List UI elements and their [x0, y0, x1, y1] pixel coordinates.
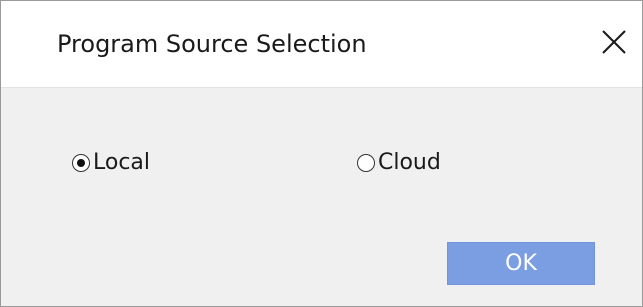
close-icon	[602, 30, 626, 54]
local-radio-button[interactable]	[72, 154, 90, 172]
dialog-titlebar: Program Source Selection	[1, 1, 642, 88]
local-radio-label[interactable]: Local	[93, 148, 150, 178]
dialog-title: Program Source Selection	[57, 30, 367, 58]
program-source-dialog: Program Source Selection Local Cloud OK	[0, 0, 643, 307]
cloud-radio-button[interactable]	[357, 154, 375, 172]
cloud-radio-option[interactable]: Cloud	[357, 148, 441, 178]
radio-selected-dot	[77, 159, 85, 167]
cloud-radio-label[interactable]: Cloud	[378, 148, 441, 178]
local-radio-option[interactable]: Local	[72, 148, 150, 178]
ok-button[interactable]: OK	[447, 242, 595, 285]
close-button[interactable]	[597, 25, 631, 59]
